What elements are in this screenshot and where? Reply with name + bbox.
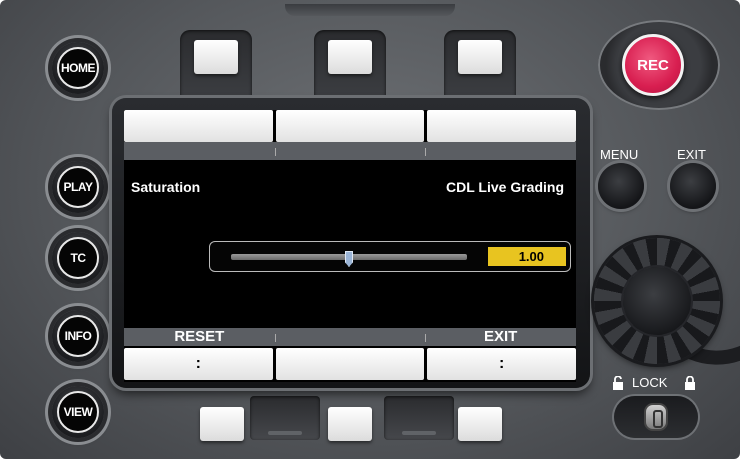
top-strip-3 — [425, 142, 576, 160]
jog-dial-center[interactable] — [623, 267, 691, 335]
bottom-label-strip: RESET EXIT — [124, 328, 576, 346]
lock-switch[interactable] — [614, 396, 698, 438]
soft-key-bottom-1[interactable] — [200, 407, 244, 441]
soft-key-bottom-2[interactable] — [328, 407, 372, 441]
top-function-cell-2 — [275, 110, 425, 142]
bottom-function-cell-2 — [275, 348, 425, 380]
home-button-label: HOME — [57, 47, 99, 89]
soft-key-housing-2 — [314, 30, 386, 100]
lock-label: LOCK — [632, 375, 668, 390]
exit-label: EXIT — [677, 147, 706, 162]
view-button[interactable]: VIEW — [52, 386, 104, 438]
home-button[interactable]: HOME — [52, 42, 104, 94]
top-function-cell-3 — [427, 110, 576, 142]
top-function-cell-1 — [124, 110, 273, 142]
mode-title: CDL Live Grading — [446, 179, 564, 195]
camera-control-panel: HOME PLAY TC INFO VIEW Saturation CDL Li… — [0, 0, 740, 459]
info-button-label: INFO — [57, 315, 99, 357]
soft-key-bottom-3[interactable] — [458, 407, 502, 441]
saturation-slider[interactable]: 1.00 — [209, 241, 571, 272]
soft-key-housing-1 — [180, 30, 252, 100]
bottom-label-2 — [274, 328, 426, 346]
exit-button[interactable] — [670, 163, 716, 209]
parameter-title: Saturation — [131, 179, 201, 195]
top-label-strip — [124, 142, 576, 160]
unlock-icon — [613, 376, 623, 390]
bottom-key-gap-1 — [250, 396, 320, 440]
menu-label: MENU — [600, 147, 639, 162]
view-button-label: VIEW — [57, 391, 99, 433]
slider-value: 1.00 — [488, 247, 566, 266]
exit-screen-label: EXIT — [425, 328, 576, 346]
rec-button[interactable]: REC — [622, 34, 684, 96]
reset-function-cell: : — [124, 348, 273, 380]
slider-thumb[interactable] — [345, 251, 353, 267]
bottom-key-gap-2 — [384, 396, 454, 440]
top-notch — [285, 4, 455, 16]
exit-function-cell: : — [427, 348, 576, 380]
soft-key-top-3[interactable] — [458, 40, 502, 74]
top-strip-2 — [274, 142, 426, 160]
soft-key-top-2[interactable] — [328, 40, 372, 74]
soft-key-top-1[interactable] — [194, 40, 238, 74]
reset-label: RESET — [174, 328, 225, 345]
tc-button-label: TC — [57, 237, 99, 279]
play-button-label: PLAY — [57, 166, 99, 208]
tc-button[interactable]: TC — [52, 232, 104, 284]
top-strip-1 — [124, 142, 275, 160]
top-function-row — [124, 110, 576, 142]
info-button[interactable]: INFO — [52, 310, 104, 362]
soft-key-housing-3 — [444, 30, 516, 100]
slider-track — [231, 251, 467, 267]
play-button[interactable]: PLAY — [52, 161, 104, 213]
bottom-function-row: : : — [124, 348, 576, 380]
menu-button[interactable] — [598, 163, 644, 209]
lock-icon — [685, 376, 695, 390]
lock-switch-knob[interactable] — [644, 403, 668, 431]
lcd-screen: Saturation CDL Live Grading 1.00 RESET E… — [124, 110, 576, 382]
